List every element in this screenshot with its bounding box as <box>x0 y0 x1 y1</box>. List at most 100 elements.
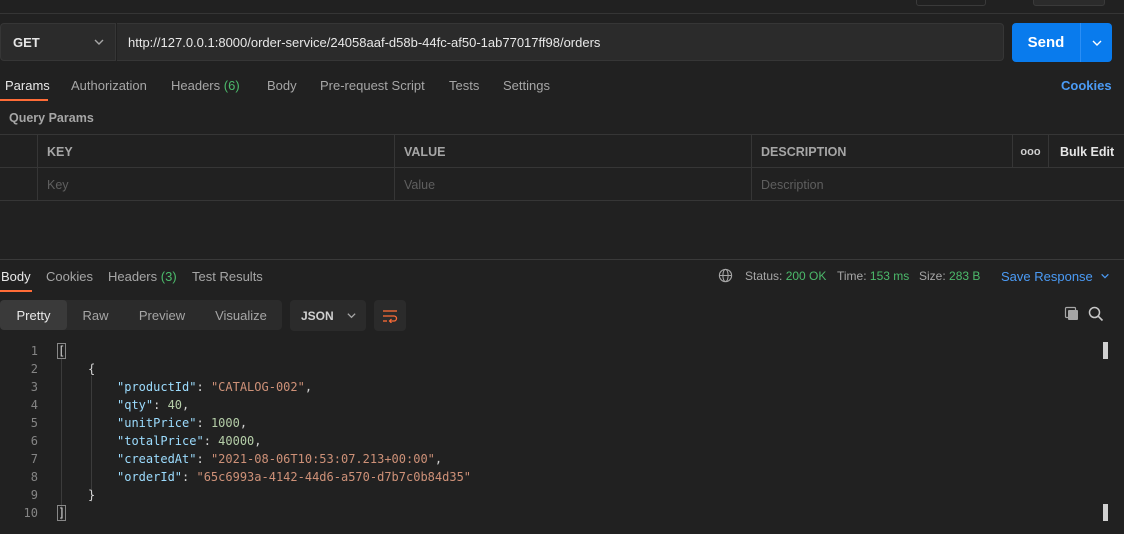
code-text: ] <box>56 504 67 522</box>
tab-prerequest-script[interactable]: Pre-request Script <box>320 78 425 93</box>
line-number: 10 <box>23 506 38 520</box>
code-text: "qty": 40, <box>117 398 190 412</box>
http-method-select[interactable]: GET <box>0 23 116 61</box>
send-options-dropdown[interactable] <box>1081 37 1112 49</box>
scrollbar-thumb-bottom[interactable] <box>1103 504 1108 521</box>
value-input[interactable]: Value <box>394 168 751 201</box>
description-input[interactable]: Description <box>751 168 1012 201</box>
format-select[interactable]: JSON <box>290 300 366 331</box>
tab-headers-label: Headers <box>171 78 221 93</box>
json-key: "totalPrice" <box>117 434 204 448</box>
status-label: Status: <box>745 269 783 283</box>
environment-selector-partial[interactable] <box>1033 0 1105 6</box>
tab-tests[interactable]: Tests <box>449 78 479 93</box>
code-text: "totalPrice": 40000, <box>117 434 262 448</box>
json-key: "createdAt" <box>117 452 197 466</box>
close-brace: } <box>88 488 96 502</box>
size-label: Size: <box>919 269 946 283</box>
comma: , <box>254 434 262 448</box>
wrap-lines-button[interactable] <box>374 300 406 331</box>
tab-headers[interactable]: Headers (6) <box>171 78 240 93</box>
checkbox-column-header <box>0 135 37 168</box>
time-value: 153 ms <box>869 269 910 283</box>
code-text: [ <box>56 342 67 360</box>
response-body-editor[interactable]: 1 [ 2 { 3 "productId": "CATALOG-002", 4 … <box>0 340 1124 534</box>
more-options-button[interactable]: ooo <box>1012 135 1048 168</box>
column-header-key: KEY <box>37 135 394 168</box>
code-text: "unitPrice": 1000, <box>117 416 248 430</box>
save-response-button[interactable]: Save Response <box>1001 269 1110 284</box>
json-key: "qty" <box>117 398 154 412</box>
bulk-edit-button[interactable]: Bulk Edit <box>1048 135 1124 168</box>
scrollbar-thumb-top[interactable] <box>1103 342 1108 359</box>
tab-response-headers-label: Headers <box>108 269 158 284</box>
url-input[interactable]: http://127.0.0.1:8000/order-service/2405… <box>117 23 1004 61</box>
code-line: 7 "createdAt": "2021-08-06T10:53:07.213+… <box>0 450 1100 468</box>
view-tab-raw[interactable]: Raw <box>67 300 124 330</box>
response-tabs: Body Cookies Headers (3) Test Results St… <box>0 260 1124 292</box>
send-label: Send <box>1027 34 1065 51</box>
tab-response-headers[interactable]: Headers (3) <box>108 269 177 284</box>
json-key: "orderId" <box>117 470 183 484</box>
key-input[interactable]: Key <box>37 168 394 201</box>
table-row: Key Value Description <box>0 168 1124 201</box>
size-readout[interactable]: Size: 283 B <box>919 269 980 283</box>
code-line: 5 "unitPrice": 1000, <box>0 414 1100 432</box>
code-text: { <box>88 360 95 378</box>
chevron-down-icon <box>94 39 104 45</box>
tab-test-results[interactable]: Test Results <box>192 269 263 284</box>
chevron-down-icon <box>1092 40 1101 46</box>
open-bracket: [ <box>56 343 67 359</box>
open-brace: { <box>88 362 96 376</box>
search-icon[interactable] <box>1088 306 1104 322</box>
line-number: 2 <box>30 362 38 376</box>
code-line: 9 } <box>0 486 1100 504</box>
line-number: 6 <box>30 434 38 448</box>
comma: , <box>304 380 313 394</box>
code-line: 2 { <box>0 360 1100 378</box>
status-readout[interactable]: Status: 200 OK <box>745 269 826 283</box>
tab-response-body[interactable]: Body <box>1 269 31 284</box>
code-line: 10 ] <box>0 504 1100 522</box>
request-tabs: Params Authorization Headers (6) Body Pr… <box>0 70 1124 102</box>
chevron-down-icon <box>347 313 356 319</box>
send-button[interactable]: Send <box>1012 23 1112 62</box>
time-readout[interactable]: Time: 153 ms <box>837 269 909 283</box>
json-key: "productId" <box>117 380 197 394</box>
close-bracket: ] <box>56 505 67 521</box>
active-tab-indicator <box>0 99 48 101</box>
active-response-tab-indicator <box>0 290 32 292</box>
line-number: 1 <box>30 344 38 358</box>
code-text: } <box>88 486 95 504</box>
comma: , <box>182 398 190 412</box>
tab-body[interactable]: Body <box>267 78 297 93</box>
view-tab-pretty[interactable]: Pretty <box>0 300 67 330</box>
table-header-row: KEY VALUE DESCRIPTION ooo Bulk Edit <box>0 135 1124 168</box>
toolbar-button-partial[interactable] <box>916 0 986 6</box>
json-value: 40000 <box>218 434 255 448</box>
code-line: 1 [ <box>0 342 1100 360</box>
cookies-link[interactable]: Cookies <box>1061 78 1112 93</box>
json-value: 1000 <box>210 416 240 430</box>
tab-authorization[interactable]: Authorization <box>71 78 147 93</box>
response-headers-count-badge: (3) <box>160 269 177 284</box>
query-params-heading: Query Params <box>9 111 94 125</box>
view-tab-visualize[interactable]: Visualize <box>200 300 282 330</box>
code-text: "createdAt": "2021-08-06T10:53:07.213+00… <box>117 452 443 466</box>
wrap-lines-icon <box>383 309 398 323</box>
code-text: "orderId": "65c6993a-4142-44d6-a570-d7b7… <box>117 470 472 484</box>
code-text: "productId": "CATALOG-002", <box>117 380 313 394</box>
http-method-label: GET <box>13 34 40 50</box>
comma: , <box>239 416 248 430</box>
json-value: 40 <box>167 398 183 412</box>
json-key: "unitPrice" <box>117 416 197 430</box>
tab-response-cookies[interactable]: Cookies <box>46 269 93 284</box>
tab-settings[interactable]: Settings <box>503 78 550 93</box>
globe-icon[interactable] <box>718 268 733 283</box>
size-value: 283 B <box>949 269 981 283</box>
view-tab-preview[interactable]: Preview <box>124 300 200 330</box>
copy-icon[interactable] <box>1064 306 1080 322</box>
tab-params[interactable]: Params <box>5 78 50 93</box>
json-value: "2021-08-06T10:53:07.213+00:00" <box>210 452 435 466</box>
headers-count-badge: (6) <box>223 78 240 93</box>
